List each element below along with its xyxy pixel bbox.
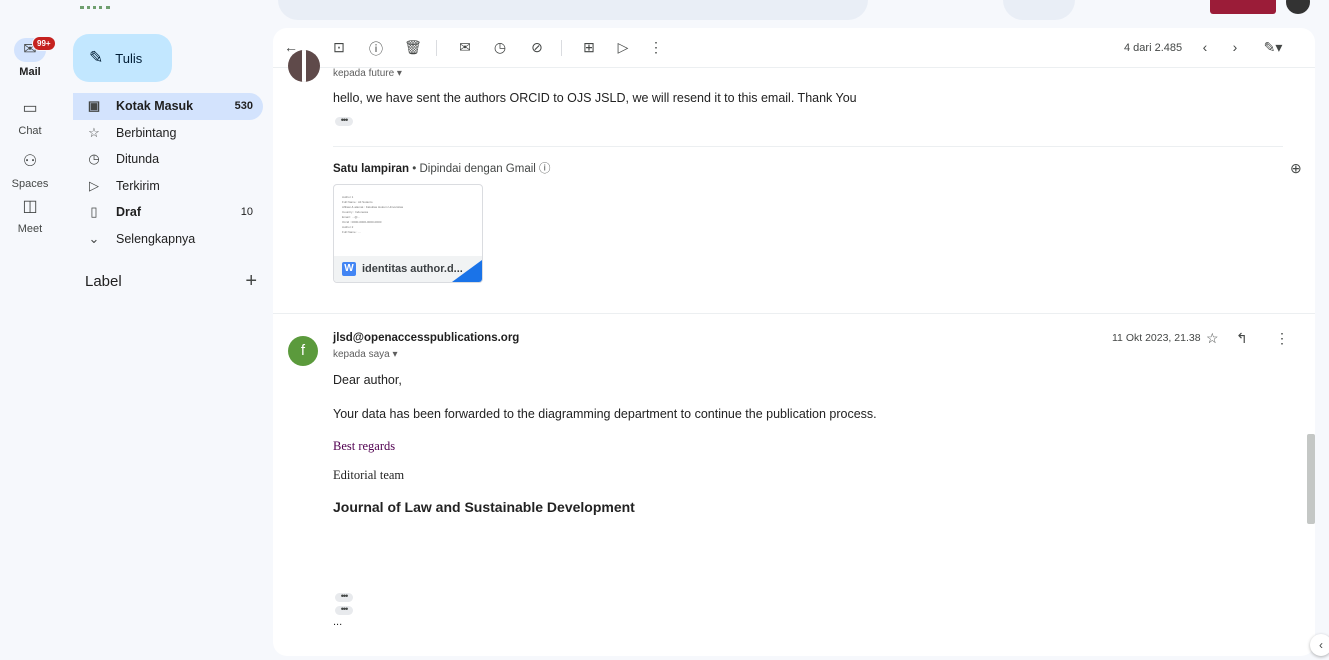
add-label-icon[interactable]: + [245, 271, 257, 291]
account-brand-logo[interactable] [1210, 0, 1276, 14]
greeting-text: Dear author, [333, 373, 402, 387]
rail-label-chat: Chat [18, 125, 42, 137]
side-panel-toggle[interactable]: ‹ [1310, 634, 1329, 656]
more-options-icon[interactable]: ⋮ [646, 39, 666, 56]
signature-journal: Journal of Law and Sustainable Developme… [333, 499, 635, 515]
archive-icon[interactable]: ⊡ [329, 39, 349, 56]
draft-icon: ▯ [90, 204, 98, 220]
attachment-header: Satu lampiran • Dipindai dengan Gmail ⓘ [333, 160, 551, 176]
label-icon[interactable]: ▷ [613, 39, 633, 56]
signature-regards: Best regards [333, 439, 396, 453]
toolbar-divider [561, 40, 562, 56]
message-body: Your data has been forwarded to the diag… [333, 407, 877, 421]
show-trimmed-button[interactable]: ••• [335, 592, 353, 602]
nav-label: Ditunda [116, 152, 160, 167]
nav-count: 10 [240, 206, 253, 219]
prev-chevron-icon[interactable]: ‹ [1195, 39, 1215, 55]
search-bar[interactable] [278, 0, 868, 20]
show-trimmed-button[interactable]: ••• [335, 116, 353, 126]
nav-item-more[interactable]: ⌄ Selengkapnya [73, 226, 263, 253]
rail-item-spaces[interactable]: ⚇ Spaces [0, 150, 60, 190]
nav-label: Terkirim [116, 178, 160, 193]
nav-label: Draf [116, 205, 142, 220]
gmail-logo-fragment [80, 6, 110, 9]
star-icon: ☆ [88, 124, 100, 140]
message-body: hello, we have sent the authors ORCID to… [333, 91, 857, 105]
attachment-name: identitas author.d... [362, 263, 463, 275]
compose-button[interactable]: ✎ Tulis [73, 34, 172, 82]
report-spam-icon[interactable]: ⓘ [366, 39, 386, 59]
rail-label-meet: Meet [17, 223, 43, 235]
trailing-ellipsis: ... [333, 616, 343, 628]
add-to-drive-icon[interactable]: ⊕ [1290, 160, 1302, 177]
rail-item-meet[interactable]: ◫ Meet [0, 195, 60, 235]
sender-avatar[interactable] [288, 50, 320, 82]
sender-avatar[interactable]: f [288, 336, 318, 366]
folder-nav: ▣ Kotak Masuk 530 ☆ Berbintang ◷ Ditunda… [73, 93, 263, 252]
status-pill[interactable] [1003, 0, 1075, 20]
inbox-icon: ▣ [87, 98, 101, 114]
rail-label-mail: Mail [19, 66, 41, 78]
nav-label: Kotak Masuk [116, 99, 194, 114]
spaces-icon: ⚇ [22, 153, 38, 170]
signature-team: Editorial team [333, 468, 405, 482]
nav-count: 530 [234, 100, 253, 113]
chevron-down-icon: ⌄ [88, 230, 100, 246]
divider [333, 146, 1283, 147]
scrollbar-thumb[interactable] [1307, 434, 1315, 524]
unread-badge: 99+ [32, 36, 56, 51]
input-tools-icon[interactable]: ✎▾ [1258, 39, 1288, 56]
toolbar-divider [436, 40, 437, 56]
star-icon[interactable]: ☆ [1206, 330, 1219, 347]
nav-label: Selengkapnya [116, 231, 196, 246]
nav-item-sent[interactable]: ▷ Terkirim [73, 173, 263, 200]
attachment-card[interactable]: Author 1 Full Name : Ali Sutanto Afilias… [333, 184, 483, 283]
more-options-icon[interactable]: ⋮ [1275, 330, 1289, 347]
snooze-icon[interactable]: ◷ [490, 39, 510, 56]
pager-count: 4 dari 2.485 [1124, 42, 1183, 54]
clock-icon: ◷ [88, 151, 100, 167]
pencil-icon: ✎ [89, 48, 104, 67]
delete-icon[interactable]: 🗑 [403, 39, 423, 56]
nav-item-drafts[interactable]: ▯ Draf 10 [73, 199, 263, 226]
nav-label: Berbintang [116, 125, 177, 140]
rail-item-mail[interactable]: ✉ 99+ Mail [0, 36, 60, 78]
move-to-folder-icon[interactable]: ⊞ [579, 39, 599, 56]
rail-item-chat[interactable]: ▭ Chat [0, 97, 60, 137]
recipient-line[interactable]: kepada saya ▾ [333, 349, 398, 360]
message-divider [273, 313, 1315, 314]
attachment-count: Satu lampiran [333, 163, 410, 175]
add-task-icon[interactable]: ⊘ [527, 39, 547, 56]
nav-item-inbox[interactable]: ▣ Kotak Masuk 530 [73, 93, 263, 120]
labels-title: Label [85, 273, 122, 290]
show-trimmed-button[interactable]: ••• [335, 605, 353, 615]
recipient-line[interactable]: kepada future ▾ [333, 68, 402, 79]
preview-line: Full Name : ... [342, 230, 361, 234]
mark-unread-icon[interactable]: ✉ [455, 39, 475, 56]
compose-label: Tulis [115, 50, 143, 66]
nav-item-snoozed[interactable]: ◷ Ditunda [73, 146, 263, 173]
scan-note: • Dipindai dengan Gmail ⓘ [412, 163, 551, 175]
sender-email[interactable]: jlsd@openaccesspublications.org [333, 332, 519, 344]
chat-icon: ▭ [22, 100, 38, 117]
send-icon: ▷ [89, 177, 99, 193]
attachment-preview: Author 1 Full Name : Ali Sutanto Afilias… [342, 195, 482, 235]
meet-icon: ◫ [22, 198, 38, 215]
word-doc-icon: W [342, 262, 356, 276]
labels-header: Label + [85, 271, 257, 291]
message-toolbar: ← ⊡ ⓘ 🗑 ✉ ◷ ⊘ ⊞ ▷ ⋮ 4 dari 2.485 ‹ › ✎▾ [273, 28, 1315, 68]
rail-label-spaces: Spaces [11, 178, 49, 190]
nav-item-starred[interactable]: ☆ Berbintang [73, 120, 263, 147]
message-date: 11 Okt 2023, 21.38 [1112, 332, 1201, 344]
page-fold-corner [452, 260, 482, 282]
message-panel: ← ⊡ ⓘ 🗑 ✉ ◷ ⊘ ⊞ ▷ ⋮ 4 dari 2.485 ‹ › ✎▾ … [273, 28, 1315, 656]
reply-icon[interactable]: ↰ [1236, 330, 1248, 347]
next-chevron-icon[interactable]: › [1225, 39, 1245, 55]
